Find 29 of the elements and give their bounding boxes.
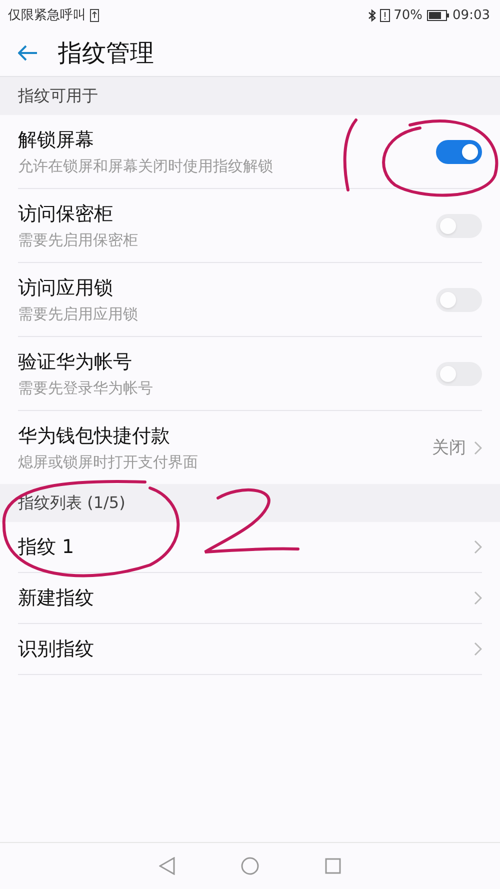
back-arrow-icon[interactable] <box>18 45 38 61</box>
chevron-icon <box>474 642 482 656</box>
setting-description: 允许在锁屏和屏幕关闭时使用指纹解锁 <box>18 157 273 176</box>
recents-nav-icon[interactable] <box>325 858 341 874</box>
setting-value: 关闭 <box>432 437 466 459</box>
setting-description: 需要先启用应用锁 <box>18 305 138 324</box>
chevron-icon <box>474 440 482 454</box>
home-nav-icon[interactable] <box>241 857 259 875</box>
sim-icon <box>90 8 99 22</box>
setting-title[interactable]: 新建指纹 <box>18 585 94 611</box>
setting-description: 熄屏或锁屏时打开支付界面 <box>18 453 198 472</box>
chevron-icon <box>474 591 482 605</box>
carrier-text: 仅限紧急呼叫 <box>8 7 86 24</box>
chevron-icon <box>474 540 482 554</box>
section-header: 指纹列表 (1/5) <box>0 484 500 522</box>
setting-title[interactable]: 解锁屏幕 <box>18 127 273 153</box>
battery-icon <box>426 10 449 20</box>
setting-description: 需要先启用保密柜 <box>18 231 138 250</box>
toggle-switch[interactable] <box>436 140 482 164</box>
setting-title[interactable]: 识别指纹 <box>18 636 94 662</box>
section-header: 指纹可用于 <box>0 77 500 115</box>
setting-description: 需要先登录华为帐号 <box>18 379 153 398</box>
setting-title[interactable]: 华为钱包快捷付款 <box>18 423 198 449</box>
battery-percent: 70% <box>394 8 423 22</box>
setting-title[interactable]: 指纹 1 <box>18 534 74 560</box>
bluetooth-icon <box>368 8 376 22</box>
page-title: 指纹管理 <box>58 38 154 69</box>
back-nav-icon[interactable] <box>159 857 175 875</box>
clock-text: 09:03 <box>452 8 490 22</box>
